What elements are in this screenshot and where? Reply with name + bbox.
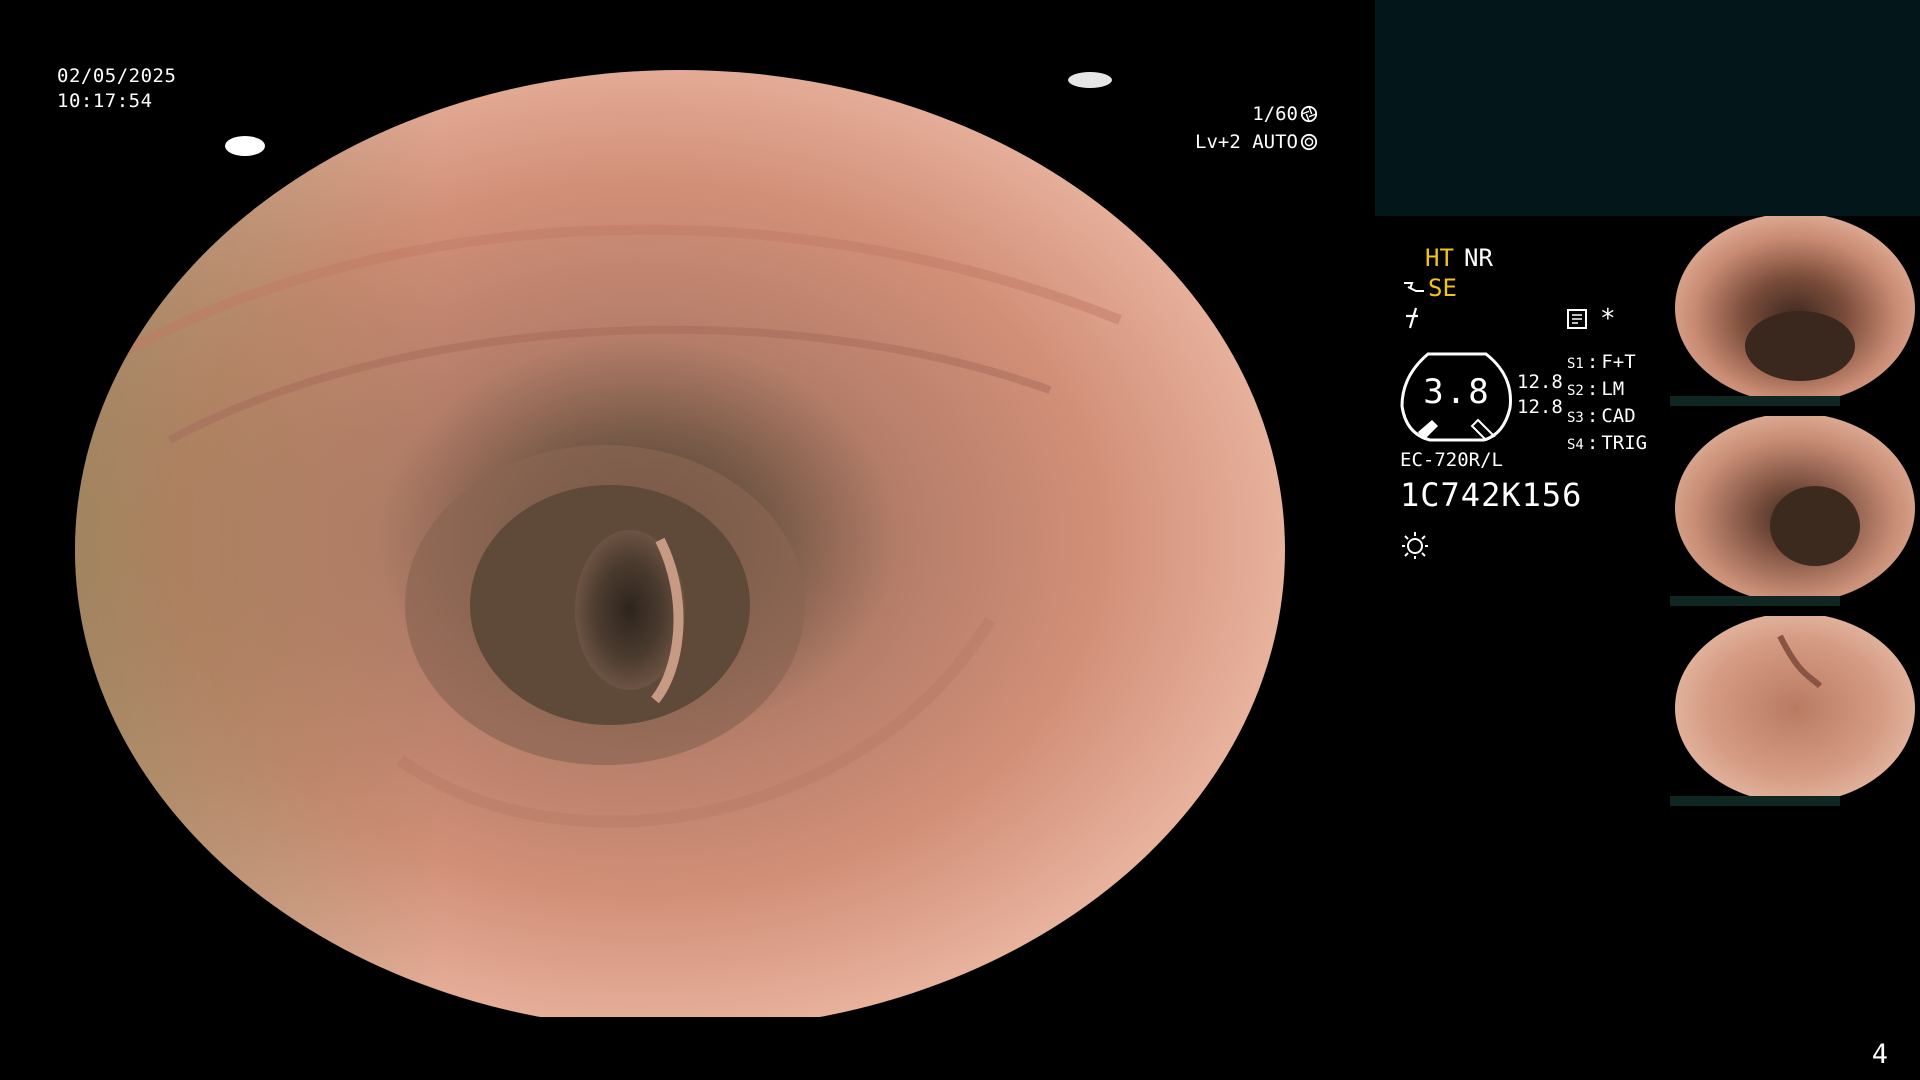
- scope-model: EC-720R/L: [1400, 449, 1503, 471]
- mode-se-label: SE: [1428, 274, 1457, 302]
- reference-panel: [1375, 0, 1920, 216]
- endoscope-view: [70, 60, 1310, 1017]
- thumbnail-1[interactable]: [1670, 216, 1920, 406]
- thumbnail-2[interactable]: [1670, 416, 1920, 606]
- soft-key-s4: S4: TRIG: [1567, 432, 1648, 454]
- shutter-label: 1/60: [1252, 103, 1298, 125]
- page-number: 4: [1871, 1039, 1888, 1070]
- soft-key-s2: S2: LM: [1567, 378, 1625, 400]
- asterisk-marker: *: [1600, 304, 1616, 334]
- gauge-sub-bottom: 12.8: [1517, 396, 1563, 418]
- gauge-sub-top: 12.8: [1517, 371, 1563, 393]
- scope-serial: 1C742K156: [1400, 476, 1583, 514]
- mode-se: SE: [1402, 274, 1457, 302]
- gauge-value: 3.8: [1423, 372, 1491, 412]
- soft-key-s1: S1: F+T: [1567, 351, 1636, 373]
- time-label: 10:17:54: [57, 90, 153, 112]
- light-icon: [1402, 532, 1428, 559]
- thumbnail-3[interactable]: [1670, 616, 1920, 806]
- exposure-info: 1/60 Lv+2 AUTO: [1195, 100, 1318, 156]
- freeze-icon: [1406, 307, 1418, 329]
- date-label: 02/05/2025: [57, 65, 177, 87]
- mode-nr: NR: [1464, 244, 1493, 272]
- brightness-label: Lv+2 AUTO: [1195, 131, 1298, 153]
- memo-icon: [1567, 309, 1587, 329]
- soft-key-s3: S3: CAD: [1567, 405, 1636, 427]
- gauge-sub-values: 12.8 12.8: [1517, 370, 1563, 420]
- shutter-icon: [1300, 105, 1318, 123]
- soft-key-list: S1: F+T S2: LM S3: CAD S4: TRIG: [1567, 350, 1647, 458]
- mode-ht: HT: [1425, 244, 1454, 272]
- iris-icon: [1300, 133, 1318, 151]
- scope-se-icon: [1404, 282, 1424, 292]
- date-time: 02/05/2025 10:17:54: [57, 64, 176, 114]
